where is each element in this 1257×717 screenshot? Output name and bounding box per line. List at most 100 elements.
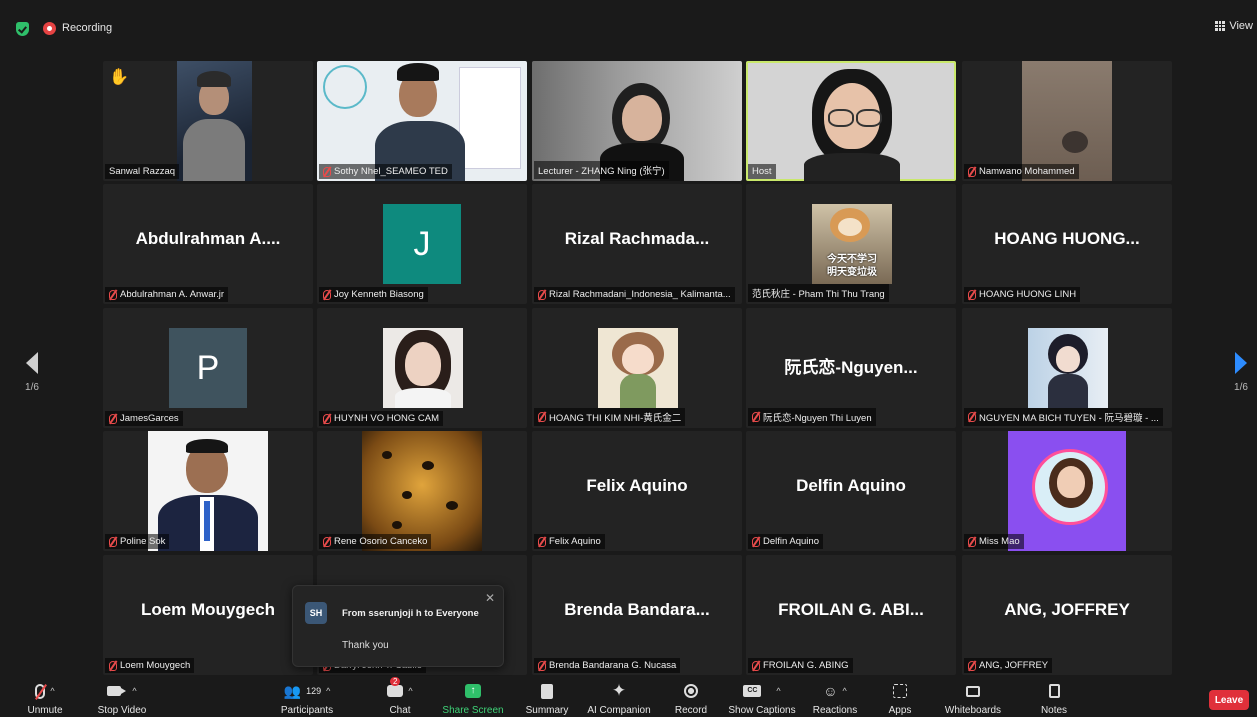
video-tile[interactable]: NGUYEN MA BICH TUYEN - 阮马碧璇 - ... (962, 308, 1172, 428)
video-tile[interactable]: Namwano Mohammed (962, 61, 1172, 181)
previous-page-button[interactable]: 1/6 (22, 352, 42, 393)
video-tile[interactable]: J Joy Kenneth Biasong (317, 184, 527, 304)
stop-video-button[interactable]: ^ Stop Video (92, 680, 152, 716)
participant-display-name: Loem Mouygech (140, 600, 276, 619)
mic-muted-icon (968, 660, 976, 671)
sparkle-icon: ✦ (611, 681, 627, 700)
mic-muted-icon (752, 412, 760, 422)
avatar-caption-line-2: 明天变垃圾 (827, 267, 877, 278)
video-tile[interactable]: ANG, JOFFREY ANG, JOFFREY (962, 555, 1172, 675)
video-tile[interactable]: FROILAN G. ABI... FROILAN G. ABING (746, 555, 956, 675)
mic-muted-icon (109, 289, 117, 300)
video-tile-active-speaker[interactable]: Host (746, 61, 956, 181)
video-tile[interactable]: ✋ Sanwal Razzaq (103, 61, 313, 181)
video-tile[interactable]: Poline Sok (103, 431, 313, 551)
view-button[interactable]: View (1215, 20, 1253, 32)
mic-muted-icon (538, 536, 546, 547)
participant-avatar: J (383, 204, 461, 284)
video-tile[interactable]: P JamesGarces (103, 308, 313, 428)
participant-avatar-image (1028, 328, 1108, 408)
participant-avatar-image (383, 328, 463, 408)
captions-icon: CC (743, 685, 762, 697)
participant-name: Felix Aquino (534, 534, 605, 549)
summary-button[interactable]: Summary (522, 680, 572, 716)
video-tile[interactable]: HOANG HUONG... HOANG HUONG LINH (962, 184, 1172, 304)
participant-name: JamesGarces (105, 411, 183, 426)
participant-video (317, 61, 527, 181)
video-tile[interactable]: Felix Aquino Felix Aquino (532, 431, 742, 551)
participant-name: Host (748, 164, 776, 179)
participant-name: ANG, JOFFREY (964, 658, 1053, 673)
video-tile[interactable]: Loem Mouygech Loem Mouygech (103, 555, 313, 675)
mic-muted-icon (968, 412, 976, 422)
notes-icon (1048, 684, 1060, 698)
whiteboards-button[interactable]: Whiteboards (940, 680, 1006, 716)
ai-companion-button[interactable]: ✦ AI Companion (584, 680, 654, 716)
record-icon (684, 684, 698, 698)
participant-display-name: ANG, JOFFREY (1004, 600, 1130, 619)
arrow-left-icon (26, 352, 38, 374)
chevron-up-icon[interactable]: ^ (50, 686, 54, 696)
participant-avatar-image: 今天不学习 明天变垃圾 (812, 204, 892, 284)
mic-muted-icon (323, 413, 331, 424)
video-tile[interactable]: Rene Osorio Canceko (317, 431, 527, 551)
participant-name: NGUYEN MA BICH TUYEN - 阮马碧璇 - ... (964, 408, 1163, 426)
leave-button[interactable]: Leave (1209, 690, 1249, 710)
close-icon[interactable]: ✕ (485, 591, 495, 605)
participant-name: FROILAN G. ABING (748, 658, 853, 673)
participant-name: Delfin Aquino (748, 534, 823, 549)
video-tile[interactable]: Delfin Aquino Delfin Aquino (746, 431, 956, 551)
video-tile[interactable]: Abdulrahman A.... Abdulrahman A. Anwar.j… (103, 184, 313, 304)
participant-name: Loem Mouygech (105, 658, 195, 673)
chat-button[interactable]: 2 ^ Chat (380, 677, 420, 716)
chevron-up-icon[interactable]: ^ (326, 686, 330, 696)
apps-button[interactable]: Apps (880, 680, 920, 716)
security-shield-icon[interactable] (16, 22, 29, 36)
chevron-up-icon[interactable]: ^ (776, 686, 780, 696)
video-tile[interactable]: 阮氏恋-Nguyen... 阮氏恋-Nguyen Thi Luyen (746, 308, 956, 428)
participant-name: Lecturer - ZHANG Ning (张宁) (534, 161, 669, 179)
participant-display-name: Delfin Aquino (796, 476, 906, 495)
participant-avatar-image (362, 431, 482, 551)
video-tile[interactable]: Lecturer - ZHANG Ning (张宁) (532, 61, 742, 181)
participant-avatar-image (1008, 431, 1126, 551)
participant-name: HOANG HUONG LINH (964, 287, 1081, 302)
grid-view-icon (1215, 21, 1226, 31)
participant-video (1022, 61, 1112, 181)
chevron-up-icon[interactable]: ^ (843, 686, 847, 696)
participant-video (748, 63, 954, 181)
participant-avatar: P (169, 328, 247, 408)
video-tile[interactable]: 今天不学习 明天变垃圾 范氏秋庄 - Pham Thi Thu Trang (746, 184, 956, 304)
recording-icon (43, 22, 56, 35)
share-screen-button[interactable]: ↑ Share Screen (440, 680, 506, 716)
video-tile[interactable]: HOANG THI KIM NHI-黄氏金二 (532, 308, 742, 428)
mic-muted-icon (323, 536, 331, 547)
video-tile[interactable]: Sothy Nhel_SEAMEO TED (317, 61, 527, 181)
view-label: View (1229, 20, 1253, 32)
summary-icon (541, 683, 553, 699)
notes-button[interactable]: Notes (1036, 680, 1072, 716)
video-tile[interactable]: Brenda Bandara... Brenda Bandarana G. Nu… (532, 555, 742, 675)
participant-display-name: Felix Aquino (586, 476, 688, 495)
participant-name: Namwano Mohammed (964, 164, 1079, 179)
video-tile[interactable]: Rizal Rachmada... Rizal Rachmadani_Indon… (532, 184, 742, 304)
chevron-up-icon[interactable]: ^ (408, 686, 412, 696)
show-captions-button[interactable]: CC ^ Show Captions (728, 680, 796, 716)
video-tile[interactable]: Miss Mao (962, 431, 1172, 551)
participant-avatar-image (598, 328, 678, 408)
reactions-button[interactable]: ☺ ^ Reactions (810, 680, 860, 716)
participant-name: Brenda Bandarana G. Nucasa (534, 658, 681, 673)
chevron-up-icon[interactable]: ^ (132, 686, 136, 696)
record-button[interactable]: Record (671, 680, 711, 716)
unmute-button[interactable]: ^ Unmute (20, 680, 70, 716)
chat-notification[interactable]: SH From sserunjoji h to Everyone Thank y… (292, 585, 504, 667)
participant-display-name: Brenda Bandara... (564, 600, 710, 619)
video-camera-icon (107, 686, 127, 696)
video-tile[interactable]: HUYNH VO HONG CAM (317, 308, 527, 428)
next-page-button[interactable]: 1/6 (1231, 352, 1251, 393)
participants-count: 129 (306, 686, 322, 696)
participant-video (177, 61, 252, 181)
participant-display-name: Abdulrahman A.... (135, 229, 281, 248)
participants-button[interactable]: 👥 129 ^ Participants (277, 680, 337, 717)
participant-name: HUYNH VO HONG CAM (319, 411, 444, 426)
